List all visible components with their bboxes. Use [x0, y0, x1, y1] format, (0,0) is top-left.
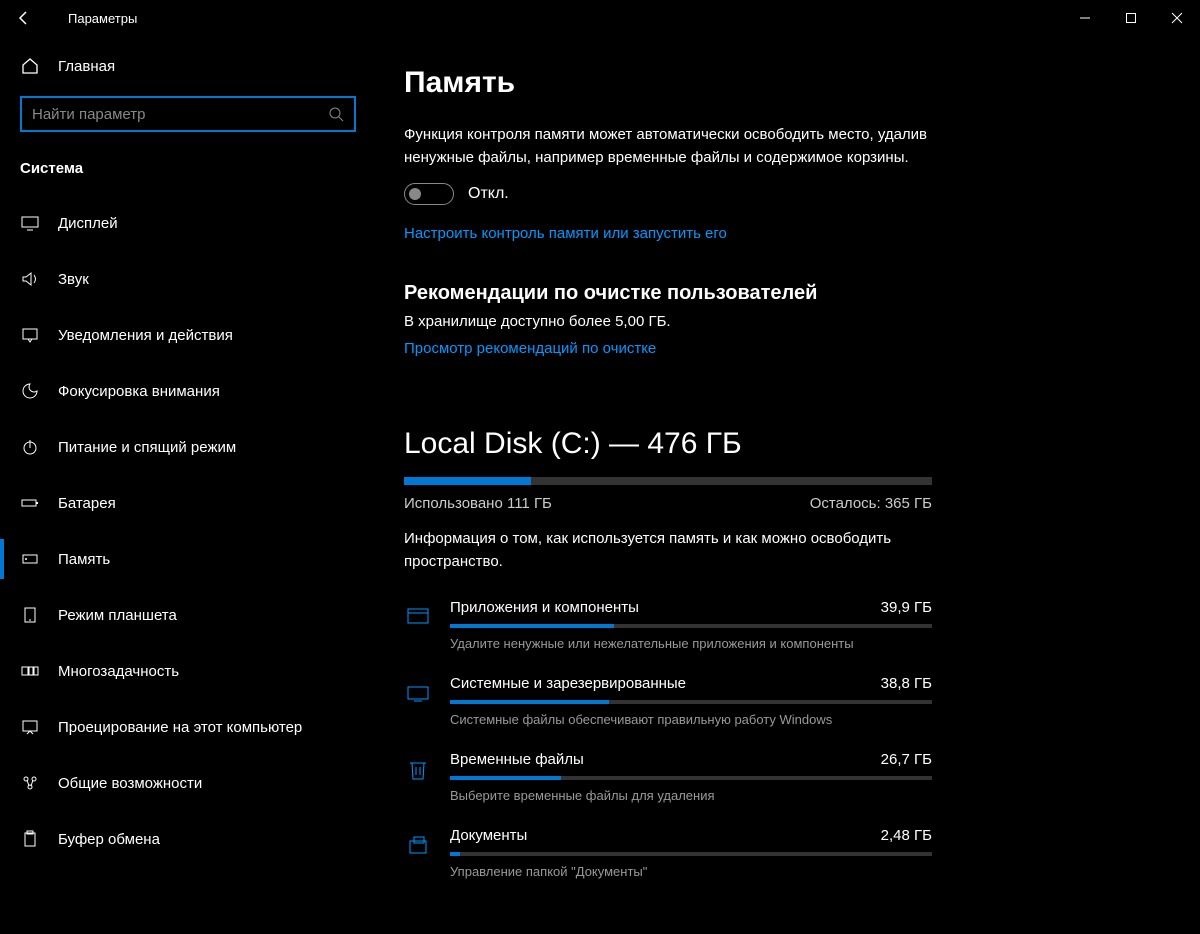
category-bar	[450, 624, 932, 628]
category-desc: Удалите ненужные или нежелательные прило…	[450, 636, 932, 651]
storage-category-docs[interactable]: Документы 2,48 ГБ Управление папкой "Докум…	[404, 815, 932, 891]
apps-icon	[404, 599, 436, 631]
nav-label: Проецирование на этот компьютер	[58, 719, 302, 736]
disk-desc: Информация о том, как используется памят…	[404, 528, 944, 573]
power-icon	[20, 437, 40, 457]
nav-item-sound[interactable]: Звук	[0, 251, 376, 307]
nav-item-clipboard[interactable]: Буфер обмена	[0, 811, 376, 867]
system-icon	[404, 675, 436, 707]
back-button[interactable]	[10, 4, 38, 32]
search-box[interactable]	[20, 96, 356, 132]
projecting-icon	[20, 717, 40, 737]
nav-label: Батарея	[58, 495, 116, 512]
category-size: 39,9 ГБ	[881, 599, 932, 616]
category-size: 26,7 ГБ	[881, 751, 932, 768]
storage-icon	[20, 549, 40, 569]
shared-icon	[20, 773, 40, 793]
nav-item-projecting[interactable]: Проецирование на этот компьютер	[0, 699, 376, 755]
nav-label: Память	[58, 551, 110, 568]
nav-label: Уведомления и действия	[58, 327, 233, 344]
toggle-label: Откл.	[468, 185, 509, 203]
category-name: Документы	[450, 827, 527, 844]
minimize-button[interactable]	[1062, 0, 1108, 36]
cleanup-heading: Рекомендации по очистке пользователей	[404, 282, 1160, 305]
home-label: Главная	[58, 58, 115, 75]
category-name: Системные и зарезервированные	[450, 675, 686, 692]
nav-item-display[interactable]: Дисплей	[0, 195, 376, 251]
cleanup-link[interactable]: Просмотр рекомендаций по очистке	[404, 340, 656, 357]
nav-item-focus[interactable]: Фокусировка внимания	[0, 363, 376, 419]
category-desc: Выберите временные файлы для удаления	[450, 788, 932, 803]
multitask-icon	[20, 661, 40, 681]
close-button[interactable]	[1154, 0, 1200, 36]
disk-free-text: Осталось: 365 ГБ	[810, 495, 932, 512]
search-input[interactable]	[32, 106, 328, 123]
nav-item-multitask[interactable]: Многозадачность	[0, 643, 376, 699]
storage-category-trash[interactable]: Временные файлы 26,7 ГБ Выберите временные…	[404, 739, 932, 815]
search-icon	[328, 106, 344, 122]
category-name: Приложения и компоненты	[450, 599, 639, 616]
nav-item-notifications[interactable]: Уведомления и действия	[0, 307, 376, 363]
category-desc: Системные файлы обеспечивают правильную …	[450, 712, 932, 727]
nav-item-tablet[interactable]: Режим планшета	[0, 587, 376, 643]
category-size: 38,8 ГБ	[881, 675, 932, 692]
nav-label: Дисплей	[58, 215, 118, 232]
category-name: Временные файлы	[450, 751, 584, 768]
clipboard-icon	[20, 829, 40, 849]
category-bar	[450, 852, 932, 856]
category-bar	[450, 700, 932, 704]
nav-label: Фокусировка внимания	[58, 383, 220, 400]
nav-item-battery[interactable]: Батарея	[0, 475, 376, 531]
disk-title: Local Disk (C:) — 476 ГБ	[404, 427, 1160, 461]
home-icon	[20, 56, 40, 76]
nav-label: Многозадачность	[58, 663, 179, 680]
page-title: Память	[404, 66, 1160, 100]
nav-item-storage[interactable]: Память	[0, 531, 376, 587]
notifications-icon	[20, 325, 40, 345]
maximize-button[interactable]	[1108, 0, 1154, 36]
category-bar	[450, 776, 932, 780]
window-title: Параметры	[68, 11, 137, 26]
cleanup-text: В хранилище доступно более 5,00 ГБ.	[404, 313, 1160, 330]
disk-used-text: Использовано 111 ГБ	[404, 495, 552, 512]
trash-icon	[404, 751, 436, 783]
configure-storage-sense-link[interactable]: Настроить контроль памяти или запустить …	[404, 225, 727, 242]
nav-item-shared[interactable]: Общие возможности	[0, 755, 376, 811]
storage-category-system[interactable]: Системные и зарезервированные 38,8 ГБ Сист…	[404, 663, 932, 739]
storage-category-apps[interactable]: Приложения и компоненты 39,9 ГБ Удалите не…	[404, 587, 932, 663]
nav-label: Питание и спящий режим	[58, 439, 236, 456]
disk-usage-bar	[404, 477, 932, 485]
focus-icon	[20, 381, 40, 401]
storage-sense-toggle[interactable]	[404, 183, 454, 205]
section-title: Система	[0, 152, 376, 195]
tablet-icon	[20, 605, 40, 625]
home-button[interactable]: Главная	[0, 56, 376, 96]
nav-label: Звук	[58, 271, 89, 288]
docs-icon	[404, 827, 436, 859]
main-content: Память Функция контроля памяти может авт…	[376, 36, 1200, 934]
category-desc: Управление папкой "Документы"	[450, 864, 932, 879]
battery-icon	[20, 493, 40, 513]
category-size: 2,48 ГБ	[881, 827, 932, 844]
nav-label: Общие возможности	[58, 775, 202, 792]
storage-sense-desc: Функция контроля памяти может автоматиче…	[404, 124, 944, 169]
sound-icon	[20, 269, 40, 289]
display-icon	[20, 213, 40, 233]
nav-label: Режим планшета	[58, 607, 177, 624]
nav-label: Буфер обмена	[58, 831, 160, 848]
nav-item-power[interactable]: Питание и спящий режим	[0, 419, 376, 475]
sidebar: Главная Система Дисплей Звук Уведомления и…	[0, 36, 376, 934]
